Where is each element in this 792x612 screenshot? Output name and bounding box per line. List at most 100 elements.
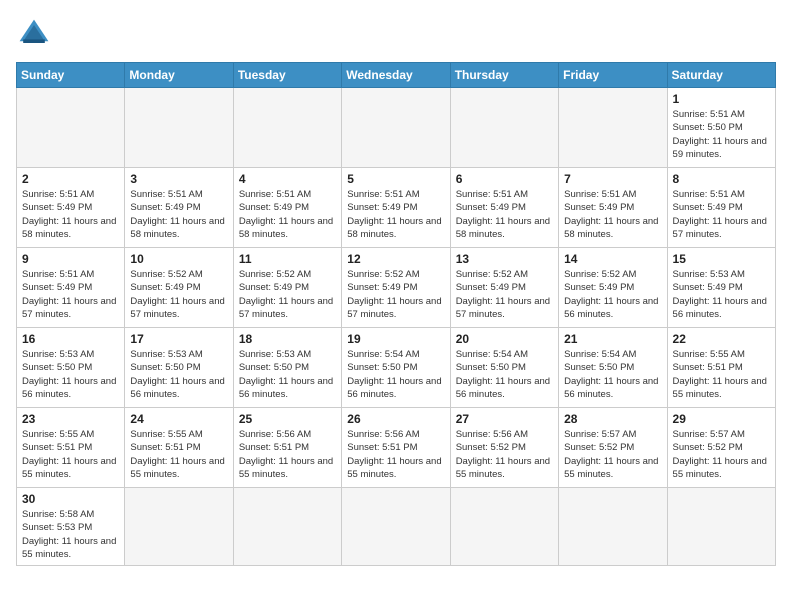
day-info: Sunrise: 5:52 AMSunset: 5:49 PMDaylight:…	[564, 268, 661, 321]
calendar-cell: 10Sunrise: 5:52 AMSunset: 5:49 PMDayligh…	[125, 248, 233, 328]
calendar-cell: 3Sunrise: 5:51 AMSunset: 5:49 PMDaylight…	[125, 168, 233, 248]
day-number: 6	[456, 172, 553, 186]
calendar-row-2: 9 Sunrise: 5:51 AMSunset: 5:49 PMDaylight…	[17, 248, 776, 328]
calendar-cell	[125, 488, 233, 566]
calendar-cell: 14 Sunrise: 5:52 AMSunset: 5:49 PMDayligh…	[559, 248, 667, 328]
calendar-cell: 2Sunrise: 5:51 AMSunset: 5:49 PMDaylight…	[17, 168, 125, 248]
day-info: Sunrise: 5:54 AMSunset: 5:50 PMDaylight:…	[564, 348, 661, 401]
day-info: Sunrise: 5:52 AMSunset: 5:49 PMDaylight:…	[456, 268, 553, 321]
logo	[16, 16, 58, 52]
day-number: 23	[22, 412, 119, 426]
calendar-cell	[559, 488, 667, 566]
calendar-cell: 25Sunrise: 5:56 AMSunset: 5:51 PMDayligh…	[233, 408, 341, 488]
weekday-header-row: SundayMondayTuesdayWednesdayThursdayFrid…	[17, 63, 776, 88]
day-number: 15	[673, 252, 770, 266]
day-info: Sunrise: 5:52 AMSunset: 5:49 PMDaylight:…	[239, 268, 336, 321]
day-number: 27	[456, 412, 553, 426]
day-info: Sunrise: 5:52 AMSunset: 5:49 PMDaylight:…	[347, 268, 444, 321]
calendar-cell	[667, 488, 775, 566]
day-number: 28	[564, 412, 661, 426]
day-number: 14	[564, 252, 661, 266]
day-number: 26	[347, 412, 444, 426]
logo-icon	[16, 16, 52, 52]
weekday-sunday: Sunday	[17, 63, 125, 88]
day-info: Sunrise: 5:56 AMSunset: 5:51 PMDaylight:…	[347, 428, 444, 481]
calendar-cell	[17, 88, 125, 168]
day-number: 1	[673, 92, 770, 106]
day-info: Sunrise: 5:51 AMSunset: 5:49 PMDaylight:…	[22, 268, 119, 321]
header	[16, 16, 776, 52]
calendar-row-0: 1 Sunrise: 5:51 AMSunset: 5:50 PMDaylight…	[17, 88, 776, 168]
calendar-cell: 26 Sunrise: 5:56 AMSunset: 5:51 PMDayligh…	[342, 408, 450, 488]
calendar-cell	[342, 488, 450, 566]
day-info: Sunrise: 5:51 AMSunset: 5:49 PMDaylight:…	[564, 188, 661, 241]
day-number: 18	[239, 332, 336, 346]
calendar-row-3: 16 Sunrise: 5:53 AMSunset: 5:50 PMDayligh…	[17, 328, 776, 408]
day-number: 3	[130, 172, 227, 186]
calendar: SundayMondayTuesdayWednesdayThursdayFrid…	[16, 62, 776, 566]
day-info: Sunrise: 5:51 AMSunset: 5:50 PMDaylight:…	[673, 108, 770, 161]
calendar-cell: 29Sunrise: 5:57 AMSunset: 5:52 PMDayligh…	[667, 408, 775, 488]
calendar-cell: 4Sunrise: 5:51 AMSunset: 5:49 PMDaylight…	[233, 168, 341, 248]
calendar-cell	[450, 488, 558, 566]
calendar-cell	[342, 88, 450, 168]
calendar-cell: 9 Sunrise: 5:51 AMSunset: 5:49 PMDaylight…	[17, 248, 125, 328]
day-info: Sunrise: 5:54 AMSunset: 5:50 PMDaylight:…	[347, 348, 444, 401]
day-number: 24	[130, 412, 227, 426]
calendar-cell: 13 Sunrise: 5:52 AMSunset: 5:49 PMDayligh…	[450, 248, 558, 328]
day-number: 16	[22, 332, 119, 346]
day-number: 20	[456, 332, 553, 346]
day-number: 8	[673, 172, 770, 186]
weekday-tuesday: Tuesday	[233, 63, 341, 88]
day-number: 2	[22, 172, 119, 186]
day-info: Sunrise: 5:55 AMSunset: 5:51 PMDaylight:…	[130, 428, 227, 481]
calendar-cell: 30 Sunrise: 5:58 AMSunset: 5:53 PMDayligh…	[17, 488, 125, 566]
calendar-row-5: 30 Sunrise: 5:58 AMSunset: 5:53 PMDayligh…	[17, 488, 776, 566]
calendar-cell: 20 Sunrise: 5:54 AMSunset: 5:50 PMDayligh…	[450, 328, 558, 408]
calendar-cell: 6 Sunrise: 5:51 AMSunset: 5:49 PMDaylight…	[450, 168, 558, 248]
calendar-cell: 1 Sunrise: 5:51 AMSunset: 5:50 PMDaylight…	[667, 88, 775, 168]
calendar-cell: 5Sunrise: 5:51 AMSunset: 5:49 PMDaylight…	[342, 168, 450, 248]
calendar-cell: 8 Sunrise: 5:51 AMSunset: 5:49 PMDaylight…	[667, 168, 775, 248]
day-info: Sunrise: 5:56 AMSunset: 5:51 PMDaylight:…	[239, 428, 336, 481]
day-info: Sunrise: 5:57 AMSunset: 5:52 PMDaylight:…	[673, 428, 770, 481]
day-info: Sunrise: 5:51 AMSunset: 5:49 PMDaylight:…	[673, 188, 770, 241]
day-number: 7	[564, 172, 661, 186]
day-number: 30	[22, 492, 119, 506]
day-info: Sunrise: 5:53 AMSunset: 5:49 PMDaylight:…	[673, 268, 770, 321]
day-info: Sunrise: 5:56 AMSunset: 5:52 PMDaylight:…	[456, 428, 553, 481]
weekday-friday: Friday	[559, 63, 667, 88]
calendar-cell: 18 Sunrise: 5:53 AMSunset: 5:50 PMDayligh…	[233, 328, 341, 408]
calendar-cell: 22Sunrise: 5:55 AMSunset: 5:51 PMDayligh…	[667, 328, 775, 408]
day-info: Sunrise: 5:55 AMSunset: 5:51 PMDaylight:…	[673, 348, 770, 401]
calendar-cell: 15 Sunrise: 5:53 AMSunset: 5:49 PMDayligh…	[667, 248, 775, 328]
calendar-cell: 19 Sunrise: 5:54 AMSunset: 5:50 PMDayligh…	[342, 328, 450, 408]
day-info: Sunrise: 5:58 AMSunset: 5:53 PMDaylight:…	[22, 508, 119, 561]
calendar-row-4: 23 Sunrise: 5:55 AMSunset: 5:51 PMDayligh…	[17, 408, 776, 488]
calendar-cell: 27 Sunrise: 5:56 AMSunset: 5:52 PMDayligh…	[450, 408, 558, 488]
weekday-wednesday: Wednesday	[342, 63, 450, 88]
day-number: 4	[239, 172, 336, 186]
day-info: Sunrise: 5:53 AMSunset: 5:50 PMDaylight:…	[239, 348, 336, 401]
calendar-cell: 24 Sunrise: 5:55 AMSunset: 5:51 PMDayligh…	[125, 408, 233, 488]
day-number: 9	[22, 252, 119, 266]
calendar-cell: 16Sunrise: 5:53 AMSunset: 5:50 PMDayligh…	[17, 328, 125, 408]
calendar-cell	[233, 88, 341, 168]
day-number: 17	[130, 332, 227, 346]
calendar-cell: 7 Sunrise: 5:51 AMSunset: 5:49 PMDaylight…	[559, 168, 667, 248]
day-info: Sunrise: 5:51 AMSunset: 5:49 PMDaylight:…	[456, 188, 553, 241]
day-info: Sunrise: 5:51 AMSunset: 5:49 PMDaylight:…	[347, 188, 444, 241]
calendar-cell	[125, 88, 233, 168]
day-info: Sunrise: 5:57 AMSunset: 5:52 PMDaylight:…	[564, 428, 661, 481]
calendar-cell	[450, 88, 558, 168]
day-number: 10	[130, 252, 227, 266]
day-number: 12	[347, 252, 444, 266]
calendar-cell: 23 Sunrise: 5:55 AMSunset: 5:51 PMDayligh…	[17, 408, 125, 488]
day-info: Sunrise: 5:54 AMSunset: 5:50 PMDaylight:…	[456, 348, 553, 401]
day-number: 11	[239, 252, 336, 266]
calendar-row-1: 2 Sunrise: 5:51 AMSunset: 5:49 PMDaylight…	[17, 168, 776, 248]
day-number: 19	[347, 332, 444, 346]
day-info: Sunrise: 5:55 AMSunset: 5:51 PMDaylight:…	[22, 428, 119, 481]
calendar-cell	[559, 88, 667, 168]
day-number: 13	[456, 252, 553, 266]
